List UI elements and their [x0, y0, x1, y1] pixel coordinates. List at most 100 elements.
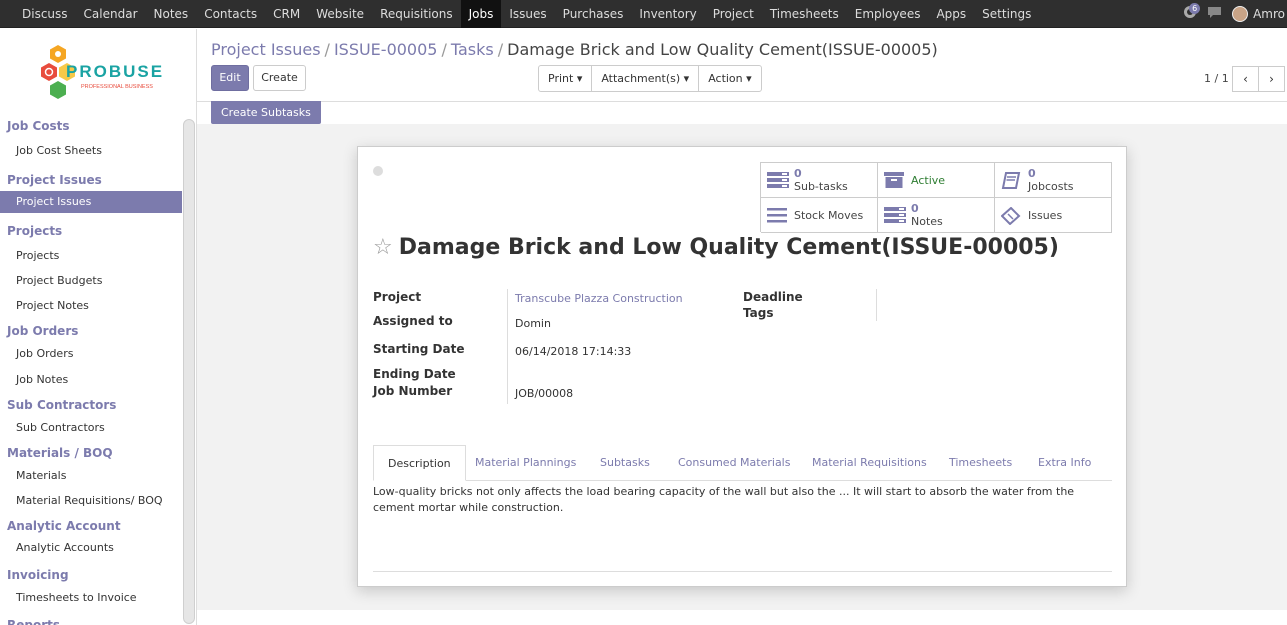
avatar [1232, 6, 1249, 22]
sidebar-section-project-issues[interactable]: Project Issues [0, 169, 182, 191]
jobcosts-smart-button[interactable]: 0 Jobcosts [995, 163, 1112, 198]
edit-button[interactable]: Edit [211, 65, 249, 91]
pager-value[interactable]: 1 / 1 [1204, 72, 1229, 85]
deadline-label: Deadline [743, 290, 803, 304]
breadcrumb-separator: / [324, 40, 330, 59]
assigned-to-field[interactable]: Domin [515, 317, 551, 330]
ending-date-label: Ending Date [373, 367, 456, 381]
tab-subtasks[interactable]: Subtasks [600, 445, 650, 481]
description-text: Low-quality bricks not only affects the … [373, 485, 1075, 514]
sidebar-scroll-thumb[interactable] [183, 119, 195, 624]
sidebar-item-timesheets-to-invoice[interactable]: Timesheets to Invoice [0, 587, 182, 609]
sidebar-item-job-orders[interactable]: Job Orders [0, 343, 182, 365]
menu-employees[interactable]: Employees [847, 0, 929, 28]
attachments-dropdown[interactable]: Attachment(s) ▾ [592, 66, 700, 91]
active-toggle-button[interactable]: Active [878, 163, 995, 198]
tab-extra-info[interactable]: Extra Info [1038, 445, 1091, 481]
menu-apps[interactable]: Apps [928, 0, 974, 28]
tab-consumed-materials[interactable]: Consumed Materials [678, 445, 790, 481]
logo-subtext: PROFESSIONAL BUSINESS [81, 84, 153, 90]
menu-discuss[interactable]: Discuss [14, 0, 76, 28]
starting-date-field[interactable]: 06/14/2018 17:14:33 [515, 345, 631, 358]
sidebar-scrollbar[interactable] [182, 119, 196, 624]
sidebar-item-projects[interactable]: Projects [0, 245, 182, 267]
tab-timesheets[interactable]: Timesheets [949, 445, 1012, 481]
pager-previous-button[interactable]: ‹ [1232, 66, 1259, 92]
sidebar-item-materials[interactable]: Materials [0, 465, 182, 487]
star-icon[interactable]: ☆ [373, 235, 393, 260]
menu-settings[interactable]: Settings [974, 0, 1039, 28]
sidebar-section-materials-boq[interactable]: Materials / BOQ [0, 442, 182, 464]
create-subtasks-button[interactable]: Create Subtasks [211, 101, 321, 124]
breadcrumb-current: Damage Brick and Low Quality Cement(ISSU… [507, 40, 938, 59]
menu-crm[interactable]: CRM [265, 0, 308, 28]
pager-next-button[interactable]: › [1258, 66, 1285, 92]
menu-project[interactable]: Project [705, 0, 762, 28]
notebook-bottom-divider [373, 571, 1112, 572]
sidebar-section-sub-contractors[interactable]: Sub Contractors [0, 394, 182, 416]
caret-down-icon: ▾ [576, 72, 583, 85]
breadcrumb: Project Issues / ISSUE-00005/Tasks / Damage … [211, 40, 938, 59]
menu-purchases[interactable]: Purchases [555, 0, 632, 28]
sidebar-item-project-notes[interactable]: Project Notes [0, 295, 182, 317]
create-button[interactable]: Create [253, 65, 306, 91]
action-dropdown[interactable]: Action ▾ [699, 66, 760, 91]
probuse-logo[interactable]: PROBUSE PROFESSIONAL BUSINESS [36, 41, 166, 105]
menu-inventory[interactable]: Inventory [631, 0, 704, 28]
user-menu[interactable]: Amro [1232, 6, 1285, 22]
sidebar-section-projects[interactable]: Projects [0, 220, 182, 242]
breadcrumb-project-issues[interactable]: Project Issues [211, 40, 321, 59]
field-divider [507, 289, 508, 404]
tab-material-plannings[interactable]: Material Plannings [475, 445, 576, 481]
stock-moves-smart-button[interactable]: Stock Moves [761, 198, 878, 233]
kanban-state-indicator[interactable] [373, 166, 383, 176]
menu-calendar[interactable]: Calendar [76, 0, 146, 28]
main-menu: Discuss Calendar Notes Contacts CRM Webs… [14, 0, 1039, 28]
chat-icon[interactable] [1207, 6, 1222, 23]
smart-button-box: 0 Sub-tasks Active 0 Jobcosts Stock Moves … [760, 162, 1112, 233]
print-dropdown[interactable]: Print ▾ [539, 66, 593, 91]
sidebar-section-analytic-account[interactable]: Analytic Account [0, 515, 182, 537]
sidebar-section-job-orders[interactable]: Job Orders [0, 320, 182, 342]
starting-date-label: Starting Date [373, 342, 465, 356]
sidebar-section-invoicing[interactable]: Invoicing [0, 564, 182, 586]
action-label: Action [708, 72, 743, 85]
chevron-right-icon: › [1269, 72, 1274, 86]
project-label: Project [373, 290, 422, 304]
tab-material-requisitions[interactable]: Material Requisitions [812, 445, 927, 481]
sidebar-item-job-notes[interactable]: Job Notes [0, 369, 182, 391]
archive-icon [884, 172, 904, 188]
sidebar-item-sub-contractors[interactable]: Sub Contractors [0, 417, 182, 439]
menu-contacts[interactable]: Contacts [196, 0, 265, 28]
issues-smart-button[interactable]: Issues [995, 198, 1112, 233]
sidebar-nav: Job Costs Job Cost Sheets Project Issues… [0, 115, 182, 625]
breadcrumb-tasks[interactable]: Tasks [451, 40, 494, 59]
tags-label: Tags [743, 306, 774, 320]
notebook-tabs: Description Material Plannings Subtasks … [373, 445, 1112, 481]
book-icon [1001, 172, 1021, 189]
menu-timesheets[interactable]: Timesheets [762, 0, 847, 28]
subtasks-smart-button[interactable]: 0 Sub-tasks [761, 163, 878, 198]
sidebar-item-project-issues[interactable]: Project Issues [0, 191, 182, 213]
notes-label: Notes [911, 215, 943, 228]
menu-jobs[interactable]: Jobs [460, 0, 502, 28]
sidebar-item-job-cost-sheets[interactable]: Job Cost Sheets [0, 140, 182, 162]
breadcrumb-issue[interactable]: ISSUE-00005 [334, 40, 438, 59]
sidebar-item-material-requisitions[interactable]: Material Requisitions/ BOQ [0, 490, 182, 512]
sidebar-section-reports[interactable]: Reports [0, 614, 182, 625]
activity-icon[interactable]: 6 [1183, 3, 1201, 23]
sidebar-item-analytic-accounts[interactable]: Analytic Accounts [0, 537, 182, 559]
menu-notes[interactable]: Notes [146, 0, 197, 28]
form-sheet: 0 Sub-tasks Active 0 Jobcosts Stock Moves … [357, 146, 1127, 587]
notes-smart-button[interactable]: 0 Notes [878, 198, 995, 233]
tab-description[interactable]: Description [373, 445, 466, 481]
active-label: Active [911, 174, 946, 187]
menu-requisitions[interactable]: Requisitions [372, 0, 461, 28]
sidebar-item-project-budgets[interactable]: Project Budgets [0, 270, 182, 292]
menu-issues[interactable]: Issues [501, 0, 554, 28]
stock-moves-label: Stock Moves [794, 209, 864, 222]
project-field[interactable]: Transcube Plazza Construction [515, 292, 683, 305]
job-number-field[interactable]: JOB/00008 [515, 387, 573, 400]
menu-website[interactable]: Website [308, 0, 372, 28]
sidebar-section-job-costs[interactable]: Job Costs [0, 115, 182, 137]
